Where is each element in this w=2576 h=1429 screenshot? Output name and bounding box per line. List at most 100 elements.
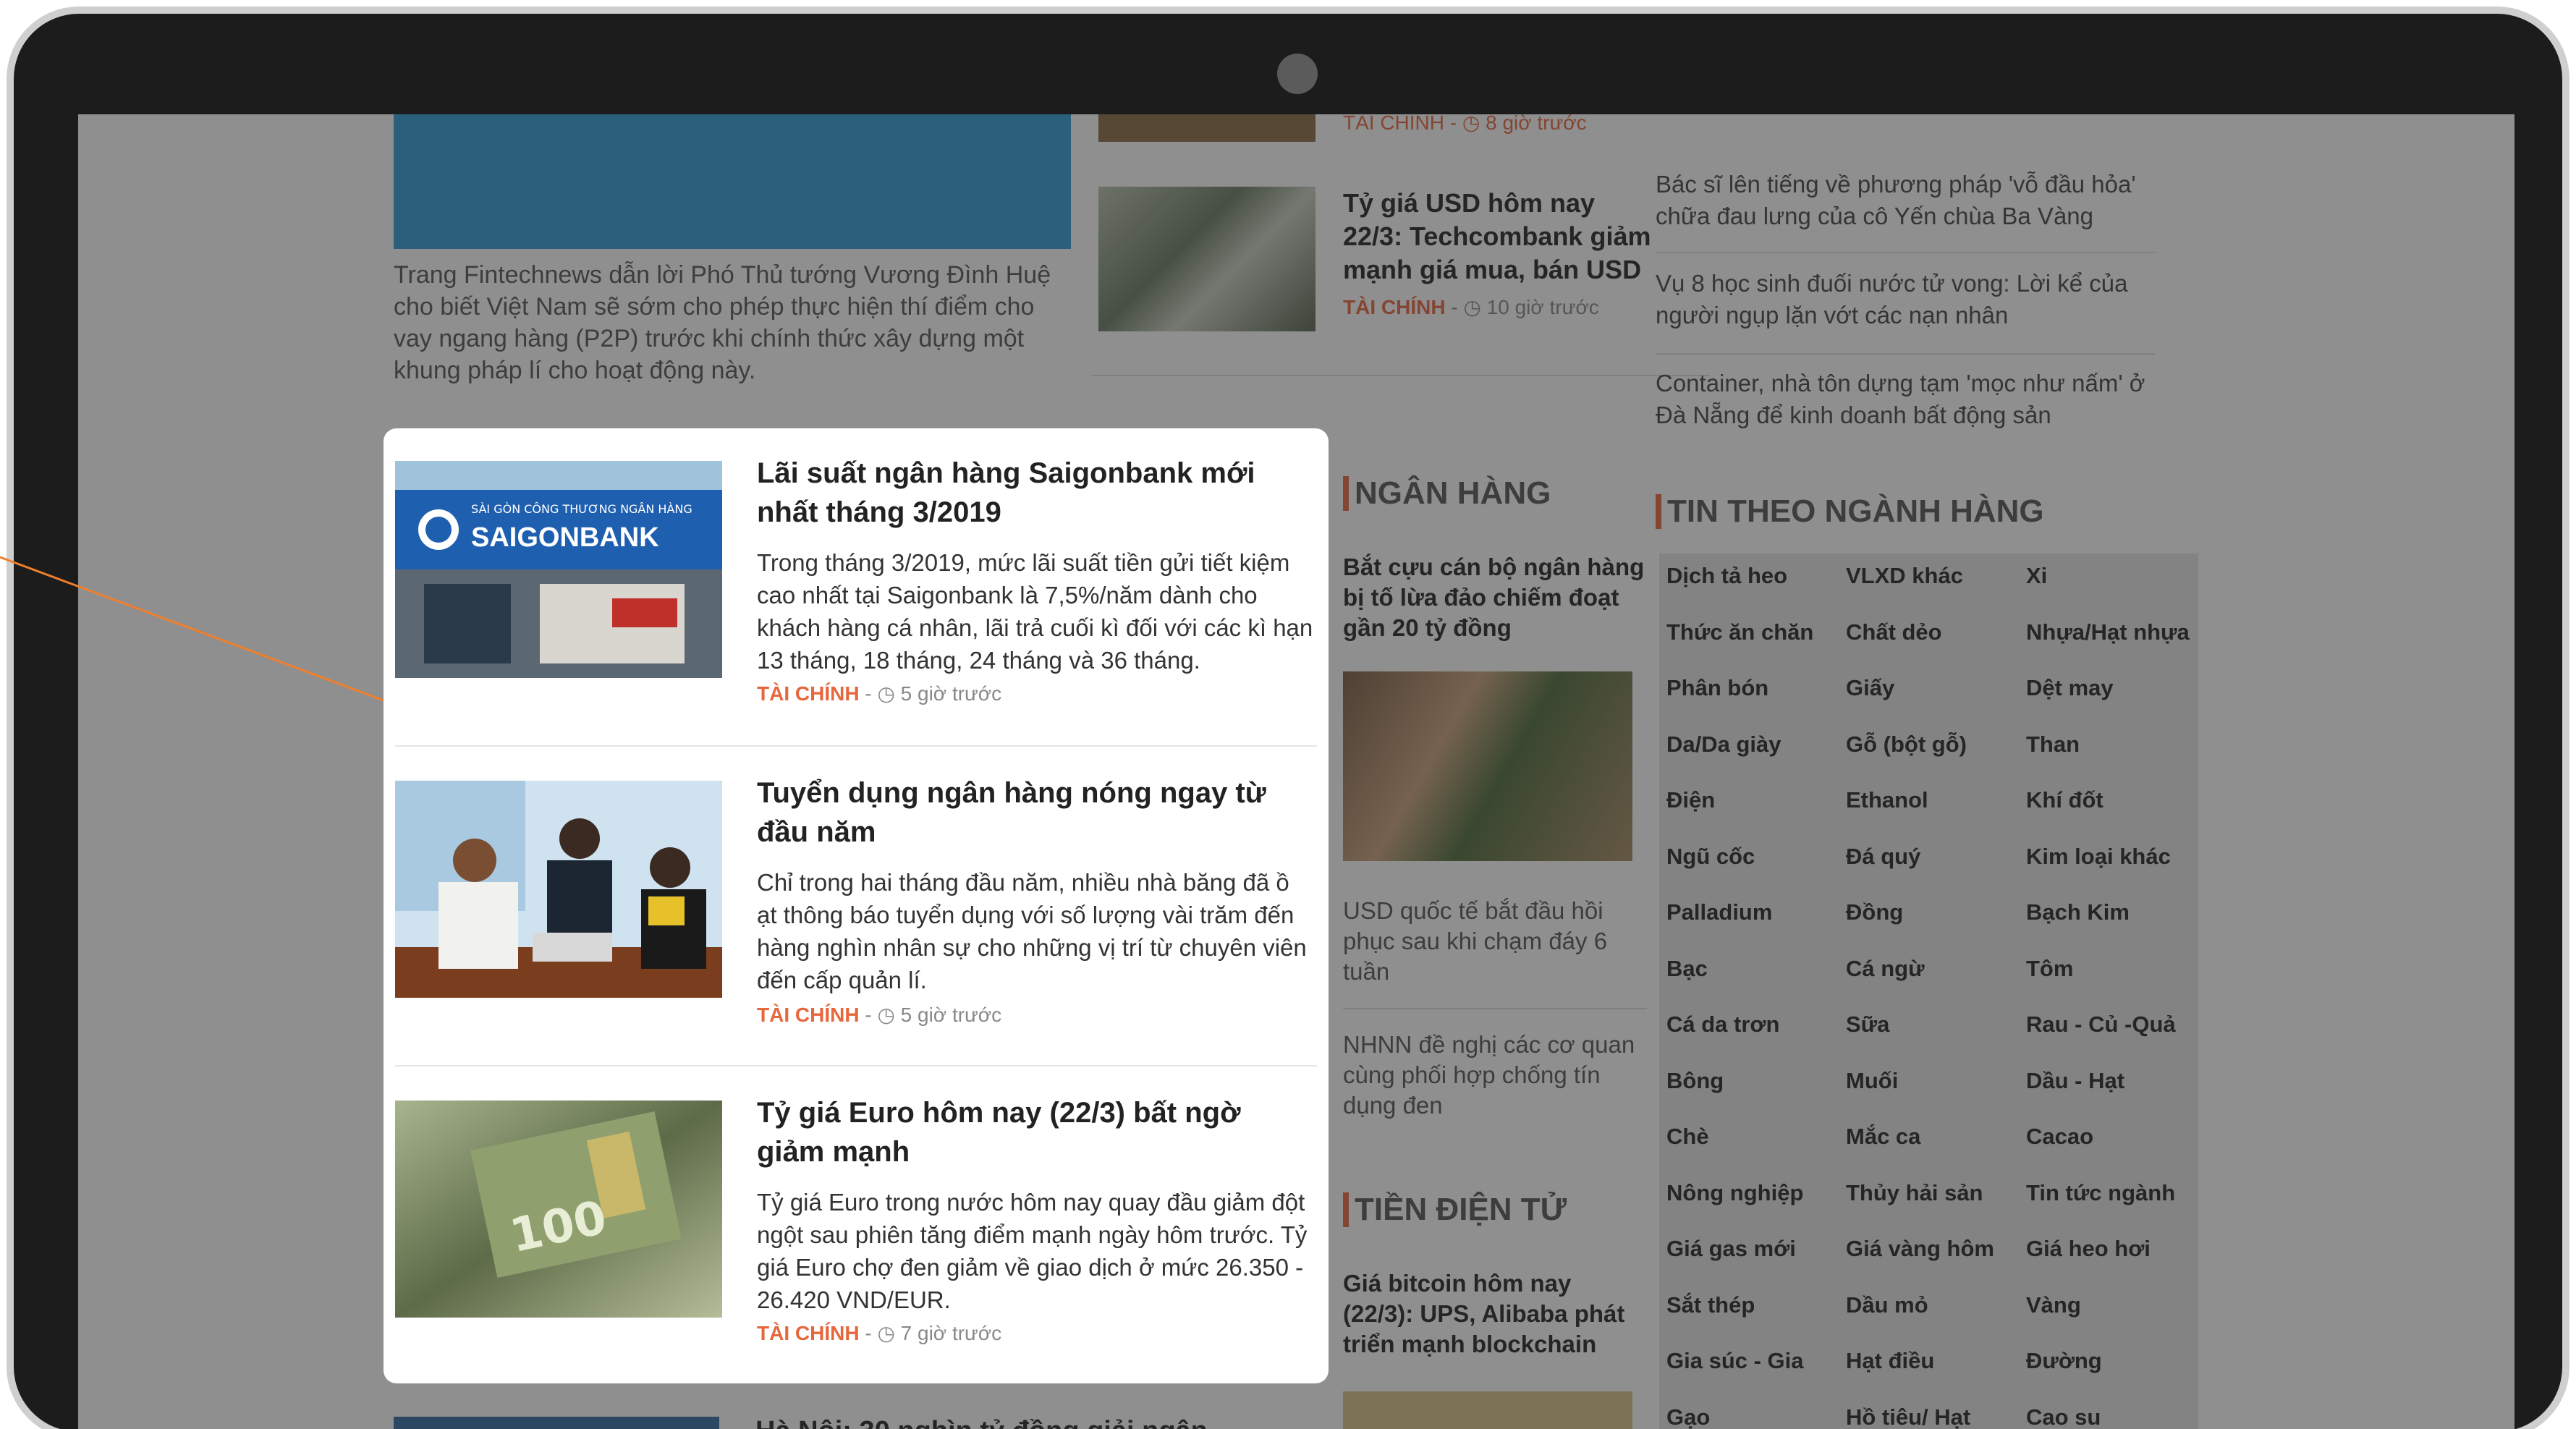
category-link[interactable]: TÀI CHÍNH [757, 682, 860, 705]
tien-dien-tu-lead[interactable]: Giá bitcoin hôm nay (22/3): UPS, Alibaba… [1343, 1268, 1647, 1360]
headline-link[interactable]: Container, nhà tôn dựng tạm 'mọc như nấm… [1656, 368, 2155, 431]
headline-link[interactable]: Bác sĩ lên tiếng về phương pháp 'vỗ đầu … [1656, 169, 2155, 232]
industry-tag[interactable]: Mắc ca [1846, 1124, 1920, 1150]
industry-tag[interactable]: Giá heo hơi [2026, 1236, 2151, 1262]
industry-tag[interactable]: Cacao [2026, 1124, 2093, 1150]
sign-text: SAIGONBANK [471, 522, 659, 553]
industry-tag[interactable]: Palladium [1666, 899, 1772, 925]
news-title[interactable]: Tuyển dụng ngân hàng nóng ngay từ đầu nă… [757, 773, 1314, 852]
category-link[interactable]: TÀI CHÍNH [1343, 296, 1446, 318]
industry-tag[interactable]: Thức ăn chăn [1666, 619, 1813, 645]
industry-tag[interactable]: Vàng [2026, 1292, 2081, 1318]
industry-tag[interactable]: Gạo [1666, 1404, 1710, 1429]
industry-tag[interactable]: Nông nghiệp [1666, 1180, 1803, 1206]
industry-tag[interactable]: Khí đốt [2026, 787, 2103, 813]
news-title[interactable]: Tỷ giá Euro hôm nay (22/3) bất ngờ giảm … [757, 1093, 1314, 1171]
industry-tag[interactable]: Bạc [1666, 956, 1708, 982]
arrest-photo [1343, 671, 1632, 861]
industry-tag[interactable]: Bạch Kim [2026, 899, 2130, 925]
industry-tag[interactable]: Phân bón [1666, 675, 1768, 701]
category-link[interactable]: TÀI CHÍNH [757, 1004, 860, 1026]
industry-tag[interactable]: Sắt thép [1666, 1292, 1755, 1318]
industry-tag[interactable]: Đá quý [1846, 844, 1920, 870]
industry-tag[interactable]: Ngũ cốc [1666, 844, 1755, 870]
industry-tag[interactable]: Gia súc - Gia [1666, 1348, 1804, 1374]
thumb-top [1098, 114, 1315, 142]
top-meta: TÀI CHÍNH - ◷ 8 giờ trước [1343, 114, 1587, 134]
time-label: ◷ 10 giờ trước [1463, 296, 1599, 318]
news-summary: Trong tháng 3/2019, mức lãi suất tiền gử… [757, 549, 1313, 674]
industry-tag[interactable]: Hồ tiêu/ Hạt [1846, 1404, 1970, 1429]
news-meta: TÀI CHÍNH - ◷ 5 giờ trước [757, 682, 1002, 705]
industry-tag[interactable]: Dịch tả heo [1666, 563, 1787, 589]
industry-tag[interactable]: Đường [2026, 1348, 2102, 1374]
webcam-dot [1277, 54, 1318, 94]
industry-tag[interactable]: Điện [1666, 787, 1715, 813]
featured-news-card: SÀI GÒN CÔNG THƯƠNG NGÂN HÀNG SAIGONBANK… [384, 428, 1329, 1383]
bank-staff-photo [395, 781, 722, 998]
industry-tag[interactable]: Bông [1666, 1068, 1724, 1094]
news-item[interactable]: SÀI GÒN CÔNG THƯƠNG NGÂN HÀNG SAIGONBANK… [395, 428, 1317, 748]
industry-tag[interactable]: Kim loại khác [2026, 844, 2171, 870]
industry-tag[interactable]: Dầu - Hạt [2026, 1068, 2124, 1094]
news-meta: TÀI CHÍNH - ◷ 5 giờ trước [757, 1004, 1002, 1026]
bottom-thumb [394, 1417, 719, 1429]
industry-tag[interactable]: Ethanol [1846, 787, 1928, 813]
industry-tag[interactable]: Giấy [1846, 675, 1894, 701]
industry-tag[interactable]: Dệt may [2026, 675, 2114, 701]
pointer-line [0, 556, 384, 702]
section-title-nganh-hang[interactable]: TIN THEO NGÀNH HÀNG [1656, 494, 2044, 529]
ngan-hang-lead[interactable]: Bắt cựu cán bộ ngân hàng bị tố lừa đảo c… [1343, 552, 1647, 643]
time-label: 5 giờ trước [900, 682, 1002, 705]
category-link[interactable]: TÀI CHÍNH [757, 1322, 860, 1344]
ngan-hang-item[interactable]: USD quốc tế bắt đầu hồi phục sau khi chạ… [1343, 896, 1647, 987]
industry-tag[interactable]: Giá vàng hôm [1846, 1236, 1994, 1262]
news-summary: Chỉ trong hai tháng đầu năm, nhiều nhà b… [757, 869, 1307, 993]
industry-tag[interactable]: Thủy hải sản [1846, 1180, 1983, 1206]
news-summary: Tỷ giá Euro trong nước hôm nay quay đầu … [757, 1189, 1308, 1313]
industry-tag[interactable]: Nhựa/Hạt nhựa [2026, 619, 2190, 645]
industry-tag[interactable]: Tôm [2026, 956, 2073, 982]
bitcoin-image [1343, 1391, 1632, 1429]
divider [1091, 375, 1710, 376]
clock-icon: ◷ [877, 1322, 895, 1344]
industry-tag[interactable]: Cá ngừ [1846, 956, 1925, 982]
industry-tag[interactable]: VLXD khác [1846, 563, 1963, 589]
usd-bills-image [1098, 187, 1315, 331]
industry-tag[interactable]: Muối [1846, 1068, 1898, 1094]
saigonbank-photo: SÀI GÒN CÔNG THƯƠNG NGÂN HÀNG SAIGONBANK [395, 461, 722, 678]
industry-tag[interactable]: Gỗ (bột gỗ) [1846, 732, 1967, 758]
news-title[interactable]: Lãi suất ngân hàng Saigonbank mới nhất t… [757, 454, 1314, 532]
clock-icon: ◷ [877, 682, 895, 705]
usd-article-title[interactable]: Tỷ giá USD hôm nay 22/3: Techcombank giả… [1343, 187, 1661, 287]
news-meta: TÀI CHÍNH - ◷ 7 giờ trước [757, 1322, 1002, 1344]
industry-tag[interactable]: Than [2026, 732, 2080, 758]
divider [1656, 252, 2155, 253]
divider [395, 1065, 1317, 1067]
industry-tag[interactable]: Tin tức ngành [2026, 1180, 2175, 1206]
time-label: 7 giờ trước [900, 1322, 1002, 1344]
divider [1656, 353, 2155, 355]
industry-tag[interactable]: Xi [2026, 563, 2047, 589]
industry-tag[interactable]: Đồng [1846, 899, 1903, 925]
time-label: 5 giờ trước [900, 1004, 1002, 1026]
industry-tag[interactable]: Hạt điều [1846, 1348, 1934, 1374]
industry-tag[interactable]: Cá da trơn [1666, 1012, 1779, 1038]
sign-top-text: SÀI GÒN CÔNG THƯƠNG NGÂN HÀNG [471, 502, 692, 516]
divider [1343, 1008, 1647, 1009]
industry-tag[interactable]: Da/Da giày [1666, 732, 1781, 758]
industry-tag[interactable]: Chè [1666, 1124, 1709, 1150]
section-title-tien-dien-tu[interactable]: TIỀN ĐIỆN TỬ [1343, 1192, 1567, 1227]
section-title-ngan-hang[interactable]: NGÂN HÀNG [1343, 476, 1551, 511]
headline-link[interactable]: Vụ 8 học sinh đuối nước tử vong: Lời kể … [1656, 268, 2155, 331]
industry-tag[interactable]: Chất dẻo [1846, 619, 1942, 645]
bottom-partial-title[interactable]: Hà Nội: 30 nghìn tỷ đồng giải ngân... [755, 1415, 1231, 1429]
news-item[interactable]: 100 Tỷ giá Euro hôm nay (22/3) bất ngờ g… [395, 1068, 1317, 1388]
industry-tag[interactable]: Giá gas mới [1666, 1236, 1796, 1262]
industry-tag[interactable]: Cao su [2026, 1404, 2101, 1429]
news-item[interactable]: Tuyển dụng ngân hàng nóng ngay từ đầu nă… [395, 748, 1317, 1068]
ngan-hang-item[interactable]: NHNN đề nghị các cơ quan cùng phối hợp c… [1343, 1030, 1647, 1121]
industry-tag[interactable]: Dầu mỏ [1846, 1292, 1928, 1318]
industry-tag[interactable]: Sữa [1846, 1012, 1889, 1038]
industry-tag[interactable]: Rau - Củ -Quả [2026, 1012, 2176, 1038]
